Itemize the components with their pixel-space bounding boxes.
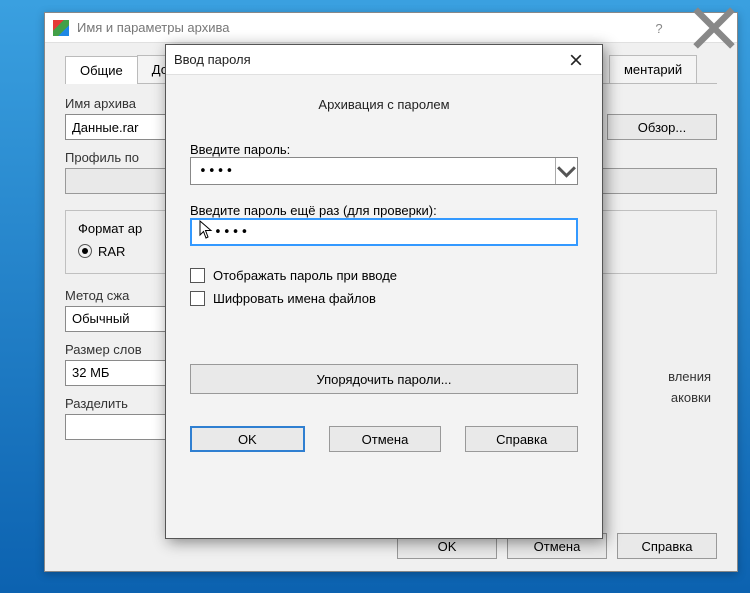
main-title: Имя и параметры архива xyxy=(77,20,229,35)
encrypt-names-label: Шифровать имена файлов xyxy=(213,291,376,306)
password-input[interactable] xyxy=(190,157,578,185)
tab-general[interactable]: Общие xyxy=(65,56,138,84)
method-select[interactable] xyxy=(65,306,175,332)
modal-subtitle: Архивация с паролем xyxy=(190,97,578,112)
password2-label: Введите пароль ещё раз (для проверки): xyxy=(190,203,437,218)
main-help-button[interactable]: Справка xyxy=(617,533,717,559)
show-password-checkbox[interactable]: Отображать пароль при вводе xyxy=(190,268,578,283)
checkbox-icon xyxy=(190,268,205,283)
organize-passwords-button[interactable]: Упорядочить пароли... xyxy=(190,364,578,394)
checkbox-icon xyxy=(190,291,205,306)
format-rar-label: RAR xyxy=(98,244,125,259)
password-confirm-input[interactable] xyxy=(190,218,578,246)
tab-comment[interactable]: ментарий xyxy=(609,55,697,83)
close-icon[interactable] xyxy=(691,13,737,43)
modal-cancel-button[interactable]: Отмена xyxy=(329,426,442,452)
radio-icon xyxy=(78,244,92,258)
modal-titlebar: Ввод пароля xyxy=(166,45,602,75)
password-label: Введите пароль: xyxy=(190,142,290,157)
modal-buttons: OK Отмена Справка xyxy=(166,410,602,452)
modal-ok-button[interactable]: OK xyxy=(190,426,305,452)
modal-title: Ввод пароля xyxy=(174,52,251,67)
show-password-label: Отображать пароль при вводе xyxy=(213,268,397,283)
winrar-icon xyxy=(53,20,69,36)
browse-button[interactable]: Обзор... xyxy=(607,114,717,140)
encrypt-names-checkbox[interactable]: Шифровать имена файлов xyxy=(190,291,578,306)
format-group-label: Формат ар xyxy=(74,221,146,236)
main-titlebar: Имя и параметры архива ? xyxy=(45,13,737,43)
password-dialog: Ввод пароля Архивация с паролем Введите … xyxy=(165,44,603,539)
dict-select[interactable] xyxy=(65,360,175,386)
password-history-dropdown[interactable] xyxy=(555,158,577,184)
modal-help-button[interactable]: Справка xyxy=(465,426,578,452)
hint-update: вления xyxy=(668,369,711,384)
help-button[interactable]: ? xyxy=(636,13,682,43)
modal-close-button[interactable] xyxy=(554,45,598,75)
hint-pack: аковки xyxy=(668,390,711,405)
format-rar-radio[interactable]: RAR xyxy=(78,244,125,259)
